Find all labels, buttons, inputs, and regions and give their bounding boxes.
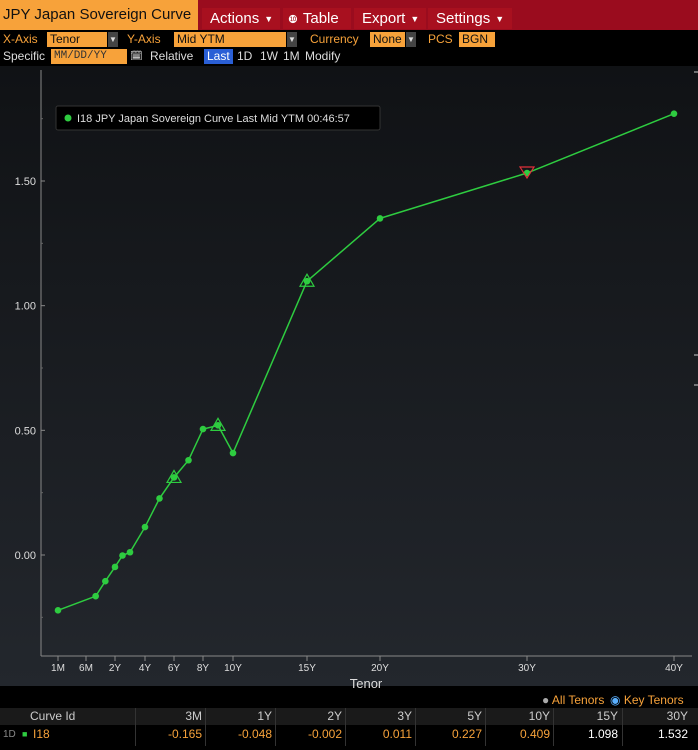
cell-2y: -0.002: [307, 727, 342, 741]
key-tenors-toggle[interactable]: ◉ Key Tenors: [610, 693, 684, 707]
cell-15y: 1.098: [587, 727, 618, 741]
yield-curve-chart: 0.00 0.50 1.00 1.50 1M 6M 2Y 4Y 6Y 8Y 10Y 15Y 20Y 30…: [0, 66, 698, 691]
dot-icon: ●: [542, 693, 550, 707]
legend-text: I18 JPY Japan Sovereign Curve Last Mid Y…: [77, 113, 350, 125]
data-point[interactable]: [141, 523, 149, 531]
y-tick-label: 1.00: [15, 301, 36, 313]
x-tick-label: 1M: [51, 663, 65, 674]
y-tick-label: 0.00: [15, 550, 36, 562]
data-point[interactable]: [54, 607, 62, 614]
y-tick-label: 1.50: [15, 176, 36, 188]
x-axis-title: Tenor: [350, 676, 383, 691]
column-divider: [622, 708, 623, 746]
ring-icon: ◉: [610, 693, 621, 707]
cell-1y: -0.048: [237, 727, 272, 741]
x-tick-label: 40Y: [665, 663, 683, 674]
header-15y: 15Y: [596, 709, 618, 723]
row-curve-id[interactable]: I18: [33, 726, 50, 743]
data-point[interactable]: [102, 577, 109, 585]
data-point[interactable]: [92, 592, 99, 600]
data-point[interactable]: [126, 548, 134, 556]
cell-3y: 0.011: [382, 727, 412, 741]
data-point[interactable]: [185, 456, 192, 464]
header-2y: 2Y: [327, 709, 342, 723]
legend-dot: [64, 114, 72, 122]
column-divider: [135, 708, 136, 746]
data-point[interactable]: [670, 110, 678, 117]
cell-30y: 1.532: [657, 727, 688, 741]
x-tick-label: 15Y: [298, 663, 316, 674]
x-tick-label: 10Y: [224, 663, 242, 674]
header-3y: 3Y: [397, 709, 412, 723]
header-1y: 1Y: [257, 709, 272, 723]
column-divider: [205, 708, 206, 746]
data-point[interactable]: [111, 563, 119, 571]
x-tick-label: 30Y: [518, 663, 536, 674]
row-prefix: 1D: [3, 729, 16, 740]
column-divider: [345, 708, 346, 746]
chart-background: [0, 66, 698, 686]
header-10y: 10Y: [528, 709, 550, 723]
legend-box: I18 JPY Japan Sovereign Curve Last Mid Y…: [55, 105, 381, 131]
header-30y: 30Y: [666, 709, 688, 723]
y-tick-label: 0.50: [15, 425, 36, 437]
data-point[interactable]: [229, 449, 237, 457]
x-tick-label: 4Y: [139, 663, 152, 674]
data-point[interactable]: [199, 425, 207, 433]
column-divider: [485, 708, 486, 746]
table-header: Curve Id 3M 1Y 2Y 3Y 5Y 10Y 15Y 30Y: [0, 708, 698, 725]
all-tenors-toggle[interactable]: ● All Tenors: [542, 693, 604, 707]
column-divider: [415, 708, 416, 746]
cell-10y: 0.409: [519, 727, 550, 741]
x-tick-label: 20Y: [371, 663, 389, 674]
column-divider: [553, 708, 554, 746]
cell-3m: -0.165: [167, 727, 202, 741]
header-3m: 3M: [185, 709, 202, 723]
header-curve-id: Curve Id: [30, 709, 76, 723]
data-point[interactable]: [376, 215, 384, 222]
series-color-icon: ■: [22, 729, 28, 739]
x-tick-label: 8Y: [197, 663, 210, 674]
x-tick-label: 2Y: [109, 663, 122, 674]
cell-5y: 0.227: [451, 727, 482, 741]
key-tenors-label: Key Tenors: [623, 693, 684, 707]
all-tenors-label: All Tenors: [551, 693, 605, 707]
x-tick-label: 6M: [79, 663, 93, 674]
header-5y: 5Y: [467, 709, 482, 723]
data-point[interactable]: [156, 495, 163, 502]
column-divider: [275, 708, 276, 746]
x-tick-label: 6Y: [168, 663, 181, 674]
table-row[interactable]: 1D ■ I18 -0.165 -0.048 -0.002 0.011 0.22…: [0, 726, 698, 746]
data-point[interactable]: [119, 552, 126, 559]
